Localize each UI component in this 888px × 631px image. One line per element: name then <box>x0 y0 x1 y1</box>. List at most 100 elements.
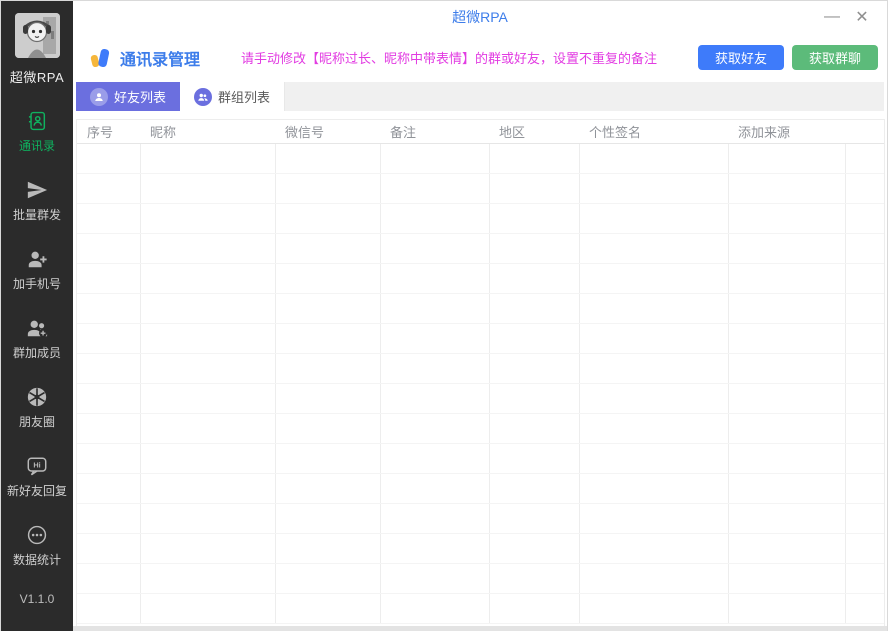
table-cell <box>140 203 275 233</box>
table-row <box>77 143 884 173</box>
table-cell <box>380 143 489 173</box>
table-cell <box>140 233 275 263</box>
table-row <box>77 203 884 233</box>
table-cell <box>77 323 140 353</box>
get-friends-button[interactable]: 获取好友 <box>698 45 784 70</box>
table-cell <box>140 593 275 623</box>
sidebar-item-group-add[interactable]: 群加成员 <box>13 317 61 361</box>
column-header-nickname: 昵称 <box>140 120 275 143</box>
close-button[interactable]: ✕ <box>847 4 877 30</box>
table-cell <box>275 443 380 473</box>
table-cell <box>380 293 489 323</box>
table-cell <box>140 323 275 353</box>
table-cell <box>845 593 884 623</box>
sidebar-item-new-friend-reply[interactable]: Hi 新好友回复 <box>7 455 67 499</box>
table-cell <box>275 413 380 443</box>
table-cell <box>77 473 140 503</box>
table-cell <box>489 533 579 563</box>
bottom-strip <box>73 626 887 631</box>
tab-bar: 好友列表 群组列表 <box>76 82 884 111</box>
tab-friend-list[interactable]: 好友列表 <box>76 82 180 111</box>
table-row <box>77 323 884 353</box>
table-cell <box>380 593 489 623</box>
table-cell <box>579 533 728 563</box>
table-cell <box>275 263 380 293</box>
table-cell <box>77 143 140 173</box>
sidebar-item-label: 通讯录 <box>19 137 55 154</box>
table-row <box>77 503 884 533</box>
table-cell <box>380 473 489 503</box>
minimize-button[interactable]: — <box>817 4 847 30</box>
table-cell <box>728 383 845 413</box>
table-cell <box>77 503 140 533</box>
table-cell <box>489 173 579 203</box>
table-cell <box>728 593 845 623</box>
table-row <box>77 533 884 563</box>
sidebar-item-label: 加手机号 <box>13 275 61 292</box>
table-cell <box>579 233 728 263</box>
table-cell <box>140 293 275 323</box>
table-cell <box>380 173 489 203</box>
table-cell <box>77 413 140 443</box>
tab-group-list[interactable]: 群组列表 <box>180 82 285 111</box>
table-cell <box>275 383 380 413</box>
table-cell <box>728 473 845 503</box>
table-cell <box>489 293 579 323</box>
table-cell <box>579 563 728 593</box>
table-row <box>77 293 884 323</box>
moments-icon <box>26 386 48 408</box>
table-cell <box>845 173 884 203</box>
table-cell <box>275 563 380 593</box>
sidebar-item-label: 群加成员 <box>13 344 61 361</box>
sidebar-item-moments[interactable]: 朋友圈 <box>19 386 55 430</box>
sidebar-nav: 通讯录 批量群发 加手机号 <box>7 110 67 593</box>
column-header-wechat-id: 微信号 <box>275 120 380 143</box>
sidebar-item-add-phone[interactable]: 加手机号 <box>13 248 61 292</box>
table-cell <box>275 203 380 233</box>
window-title: 超微RPA <box>73 7 887 27</box>
table-row <box>77 383 884 413</box>
table-cell <box>77 203 140 233</box>
table-row <box>77 353 884 383</box>
table-cell <box>77 293 140 323</box>
table-cell <box>579 593 728 623</box>
sidebar-item-contacts[interactable]: 通讯录 <box>19 110 55 154</box>
table-cell <box>380 533 489 563</box>
table-cell <box>380 413 489 443</box>
table-cell <box>380 383 489 413</box>
table-row <box>77 413 884 443</box>
table-cell <box>140 173 275 203</box>
table-cell <box>728 143 845 173</box>
table-cell <box>579 263 728 293</box>
table-cell <box>77 443 140 473</box>
table-cell <box>275 473 380 503</box>
sidebar-app-name: 超微RPA <box>10 67 64 86</box>
table-cell <box>845 563 884 593</box>
table-cell <box>728 203 845 233</box>
table-cell <box>579 203 728 233</box>
table-cell <box>77 533 140 563</box>
table-cell <box>845 413 884 443</box>
send-icon <box>26 179 48 201</box>
table-cell <box>140 263 275 293</box>
group-add-icon <box>26 317 48 339</box>
table-row <box>77 173 884 203</box>
table-cell <box>845 203 884 233</box>
table-cell <box>579 323 728 353</box>
table-cell <box>579 383 728 413</box>
table-cell <box>489 413 579 443</box>
table-cell <box>845 383 884 413</box>
table-cell <box>845 443 884 473</box>
table-cell <box>579 443 728 473</box>
table-cell <box>728 413 845 443</box>
titlebar[interactable]: 超微RPA — ✕ <box>73 1 887 33</box>
table-cell <box>489 383 579 413</box>
get-groups-button[interactable]: 获取群聊 <box>792 45 878 70</box>
sidebar-item-statistics[interactable]: 数据统计 <box>13 524 61 568</box>
table-cell <box>77 233 140 263</box>
table-header-row: 序号 昵称 微信号 备注 地区 个性签名 添加来源 <box>77 120 884 143</box>
table-cell <box>77 383 140 413</box>
sidebar-item-label: 朋友圈 <box>19 413 55 430</box>
table-row <box>77 263 884 293</box>
sidebar-item-bulk-send[interactable]: 批量群发 <box>13 179 61 223</box>
